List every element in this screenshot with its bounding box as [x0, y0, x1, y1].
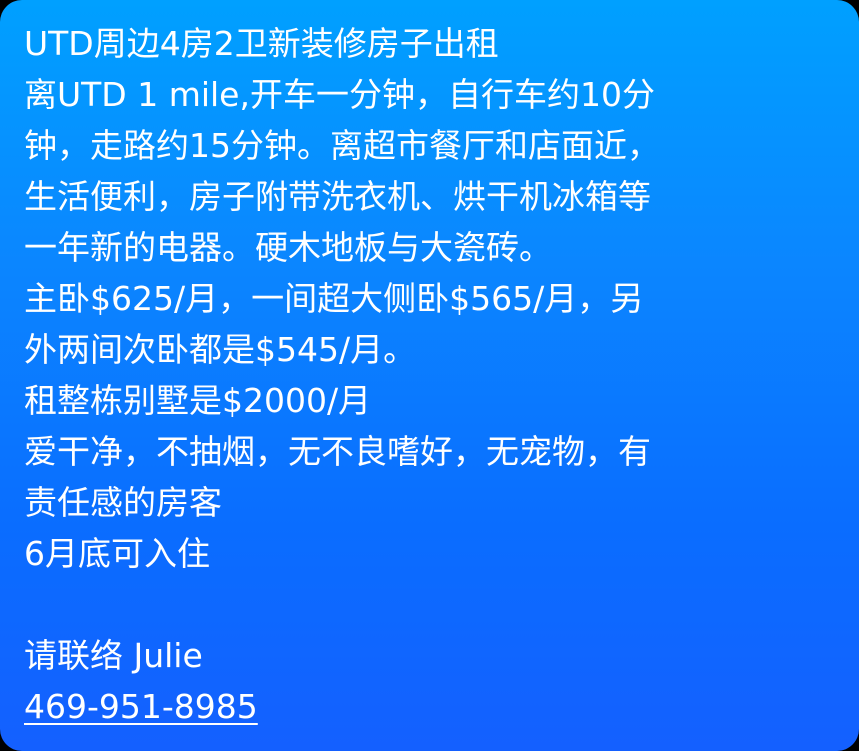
contact-line: 请联络 Julie: [24, 636, 203, 675]
message-line: 生活便利，房子附带洗衣机、烘干机冰箱等: [24, 177, 651, 216]
message-line: 离UTD 1 mile,开车一分钟，自行车约10分: [24, 75, 655, 114]
message-text: UTD周边4房2卫新装修房子出租 离UTD 1 mile,开车一分钟，自行车约1…: [24, 18, 844, 732]
message-line-title: UTD周边4房2卫新装修房子出租: [24, 24, 499, 63]
phone-number-link[interactable]: 469-951-8985: [24, 687, 258, 726]
message-line: 责任感的房客: [24, 483, 222, 522]
message-line: 外两间次卧都是$545/月。: [24, 330, 417, 369]
message-bubble[interactable]: UTD周边4房2卫新装修房子出租 离UTD 1 mile,开车一分钟，自行车约1…: [0, 0, 859, 751]
message-line: 钟，走路约15分钟。离超市餐厅和店面近，: [24, 126, 660, 165]
message-line: 主卧$625/月，一间超大侧卧$565/月，另: [24, 279, 644, 318]
message-line: 6月底可入住: [24, 534, 210, 573]
message-line: 租整栋别墅是$2000/月: [24, 381, 372, 420]
message-line: 爱干净，不抽烟，无不良嗜好，无宠物，有: [24, 432, 651, 471]
message-line: 一年新的电器。硬木地板与大瓷砖。: [24, 228, 552, 267]
phone-line: 469-951-8985: [24, 681, 844, 732]
